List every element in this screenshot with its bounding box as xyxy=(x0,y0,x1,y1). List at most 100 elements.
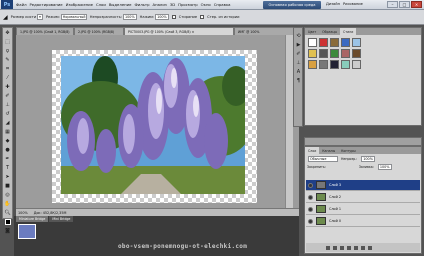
color-tab[interactable]: Цвет xyxy=(305,28,319,35)
wisteria-photo[interactable] xyxy=(61,56,245,194)
style-swatch[interactable] xyxy=(341,38,350,47)
fill-input[interactable]: 100% xyxy=(377,164,392,170)
doc-tab[interactable]: 1.JPG @ 100% (Слой 1, RGB/8) xyxy=(16,27,74,35)
opacity-input[interactable]: 100% xyxy=(122,14,137,20)
menu-image[interactable]: Изображение xyxy=(66,2,93,7)
style-swatch[interactable] xyxy=(341,49,350,58)
crop-tool-icon[interactable]: ⌗ xyxy=(3,65,12,73)
layer-style-icon[interactable] xyxy=(333,245,337,250)
menu-3d[interactable]: 3D xyxy=(170,2,175,7)
paths-tab[interactable]: Контуры xyxy=(338,147,359,154)
mode-select[interactable]: Нормальный xyxy=(60,14,87,20)
layer-row[interactable]: Слой 0 xyxy=(306,216,420,227)
style-swatch[interactable] xyxy=(308,38,317,47)
flow-input[interactable]: 100% xyxy=(155,14,169,20)
clone-source-icon[interactable]: ⊥ xyxy=(294,59,303,67)
style-swatch[interactable] xyxy=(352,49,361,58)
menu-filter[interactable]: Фильтр xyxy=(134,2,149,7)
vertical-scrollbar[interactable] xyxy=(285,35,293,208)
minimize-button[interactable]: – xyxy=(387,1,398,8)
erase-history-checkbox[interactable] xyxy=(200,15,205,19)
workspace-painting[interactable]: Рисование xyxy=(343,2,363,6)
history-panel-icon[interactable]: ⟲ xyxy=(294,32,303,40)
menu-window[interactable]: Окно xyxy=(201,2,211,7)
eyedropper-tool-icon[interactable]: ⁄ xyxy=(3,74,12,82)
layer-row[interactable]: Слой 1 xyxy=(306,204,420,215)
menu-layers[interactable]: Слои xyxy=(96,2,106,7)
3d-tool-icon[interactable]: ◎ xyxy=(3,191,12,199)
new-layer-icon[interactable] xyxy=(361,245,365,250)
actions-panel-icon[interactable]: ▶ xyxy=(294,41,303,49)
style-swatch[interactable] xyxy=(352,38,361,47)
character-panel-icon[interactable]: A xyxy=(294,68,303,76)
shape-tool-icon[interactable]: ■ xyxy=(3,182,12,190)
style-swatch[interactable] xyxy=(319,60,328,69)
dodge-tool-icon[interactable]: ● xyxy=(3,146,12,154)
quick-select-tool-icon[interactable]: ✎ xyxy=(3,56,12,64)
style-swatch[interactable] xyxy=(330,60,339,69)
path-select-tool-icon[interactable]: ➤ xyxy=(3,173,12,181)
channels-tab[interactable]: Каналы xyxy=(319,147,338,154)
style-swatch[interactable] xyxy=(308,49,317,58)
stamp-tool-icon[interactable]: ⊥ xyxy=(3,101,12,109)
mini-bridge-tab[interactable]: Mini Bridge xyxy=(49,216,74,222)
style-swatch[interactable] xyxy=(319,49,328,58)
hand-tool-icon[interactable]: ✋ xyxy=(3,200,12,208)
blend-mode-select[interactable]: Обычные xyxy=(308,156,338,162)
menu-help[interactable]: Справка xyxy=(214,2,231,7)
styles-tab[interactable]: Стили xyxy=(340,28,357,35)
doc-tab[interactable]: 2.JPG @ 100% (RGB/8) xyxy=(74,27,124,35)
link-layers-icon[interactable] xyxy=(326,245,330,250)
healing-tool-icon[interactable]: ✚ xyxy=(3,83,12,91)
mini-bridge-tab[interactable]: Miniature Bridge xyxy=(16,216,49,222)
adjustment-layer-icon[interactable] xyxy=(347,245,351,250)
add-mask-icon[interactable] xyxy=(340,245,344,250)
pen-tool-icon[interactable]: ✒ xyxy=(3,155,12,163)
style-swatch[interactable] xyxy=(330,38,339,47)
style-swatch[interactable] xyxy=(319,38,328,47)
brush-panel-icon[interactable]: ✐ xyxy=(294,50,303,58)
move-tool-icon[interactable]: ✥ xyxy=(3,29,12,37)
new-group-icon[interactable] xyxy=(354,245,358,250)
delete-layer-icon[interactable] xyxy=(368,245,372,250)
eraser-tool-icon[interactable]: ◢ xyxy=(3,119,12,127)
workspace-switcher[interactable]: Основная рабочая среда xyxy=(263,1,321,9)
visibility-eye-icon[interactable] xyxy=(308,194,313,200)
foreground-color-swatch[interactable] xyxy=(3,218,12,226)
history-brush-tool-icon[interactable]: ↺ xyxy=(3,110,12,118)
layer-name[interactable]: Слой 1 xyxy=(329,207,341,211)
eraser-tool-preset-icon[interactable]: ◢ xyxy=(3,14,8,21)
gradient-tool-icon[interactable]: ▦ xyxy=(3,128,12,136)
layer-row[interactable]: Слой 2 xyxy=(306,192,420,203)
menu-file[interactable]: Файл xyxy=(16,2,27,7)
blur-tool-icon[interactable]: ◆ xyxy=(3,137,12,145)
zoom-level[interactable]: 100% xyxy=(18,211,28,215)
paragraph-panel-icon[interactable]: ¶ xyxy=(294,77,303,85)
menu-select[interactable]: Выделение xyxy=(109,2,132,7)
layer-name[interactable]: Слой 0 xyxy=(329,219,341,223)
zoom-tool-icon[interactable]: 🔍︎ xyxy=(3,209,12,217)
menu-edit[interactable]: Редактирование xyxy=(30,2,63,7)
layer-name[interactable]: Слой 3 xyxy=(329,183,341,187)
layers-tab[interactable]: Слои xyxy=(305,147,320,154)
doc-tab[interactable]: ИМГ @ 100% xyxy=(234,27,294,35)
layer-name[interactable]: Слой 2 xyxy=(329,195,341,199)
layer-opacity-input[interactable]: 100% xyxy=(361,156,375,162)
close-button[interactable]: × xyxy=(411,1,422,8)
brush-preset-picker[interactable]: ▾ xyxy=(37,14,43,20)
visibility-eye-icon[interactable] xyxy=(308,218,313,224)
style-swatch[interactable] xyxy=(341,60,350,69)
doc-tab-active[interactable]: PICT0003.JPG @ 100% (Слой 3, RGB/8) × xyxy=(124,27,234,35)
quick-mask-icon[interactable]: ◙ xyxy=(3,227,12,235)
style-swatch[interactable] xyxy=(308,60,317,69)
layer-row-selected[interactable]: Слой 3 xyxy=(306,180,420,191)
workspace-design[interactable]: Дизайн xyxy=(326,2,340,6)
visibility-eye-icon[interactable] xyxy=(308,206,313,212)
swatches-tab[interactable]: Образцы xyxy=(319,28,340,35)
style-swatch[interactable] xyxy=(352,60,361,69)
marquee-tool-icon[interactable]: ⬚ xyxy=(3,38,12,46)
lasso-tool-icon[interactable]: ϙ xyxy=(3,47,12,55)
brush-tool-icon[interactable]: ✐ xyxy=(3,92,12,100)
menu-view[interactable]: Просмотр xyxy=(178,2,198,7)
type-tool-icon[interactable]: T xyxy=(3,164,12,172)
